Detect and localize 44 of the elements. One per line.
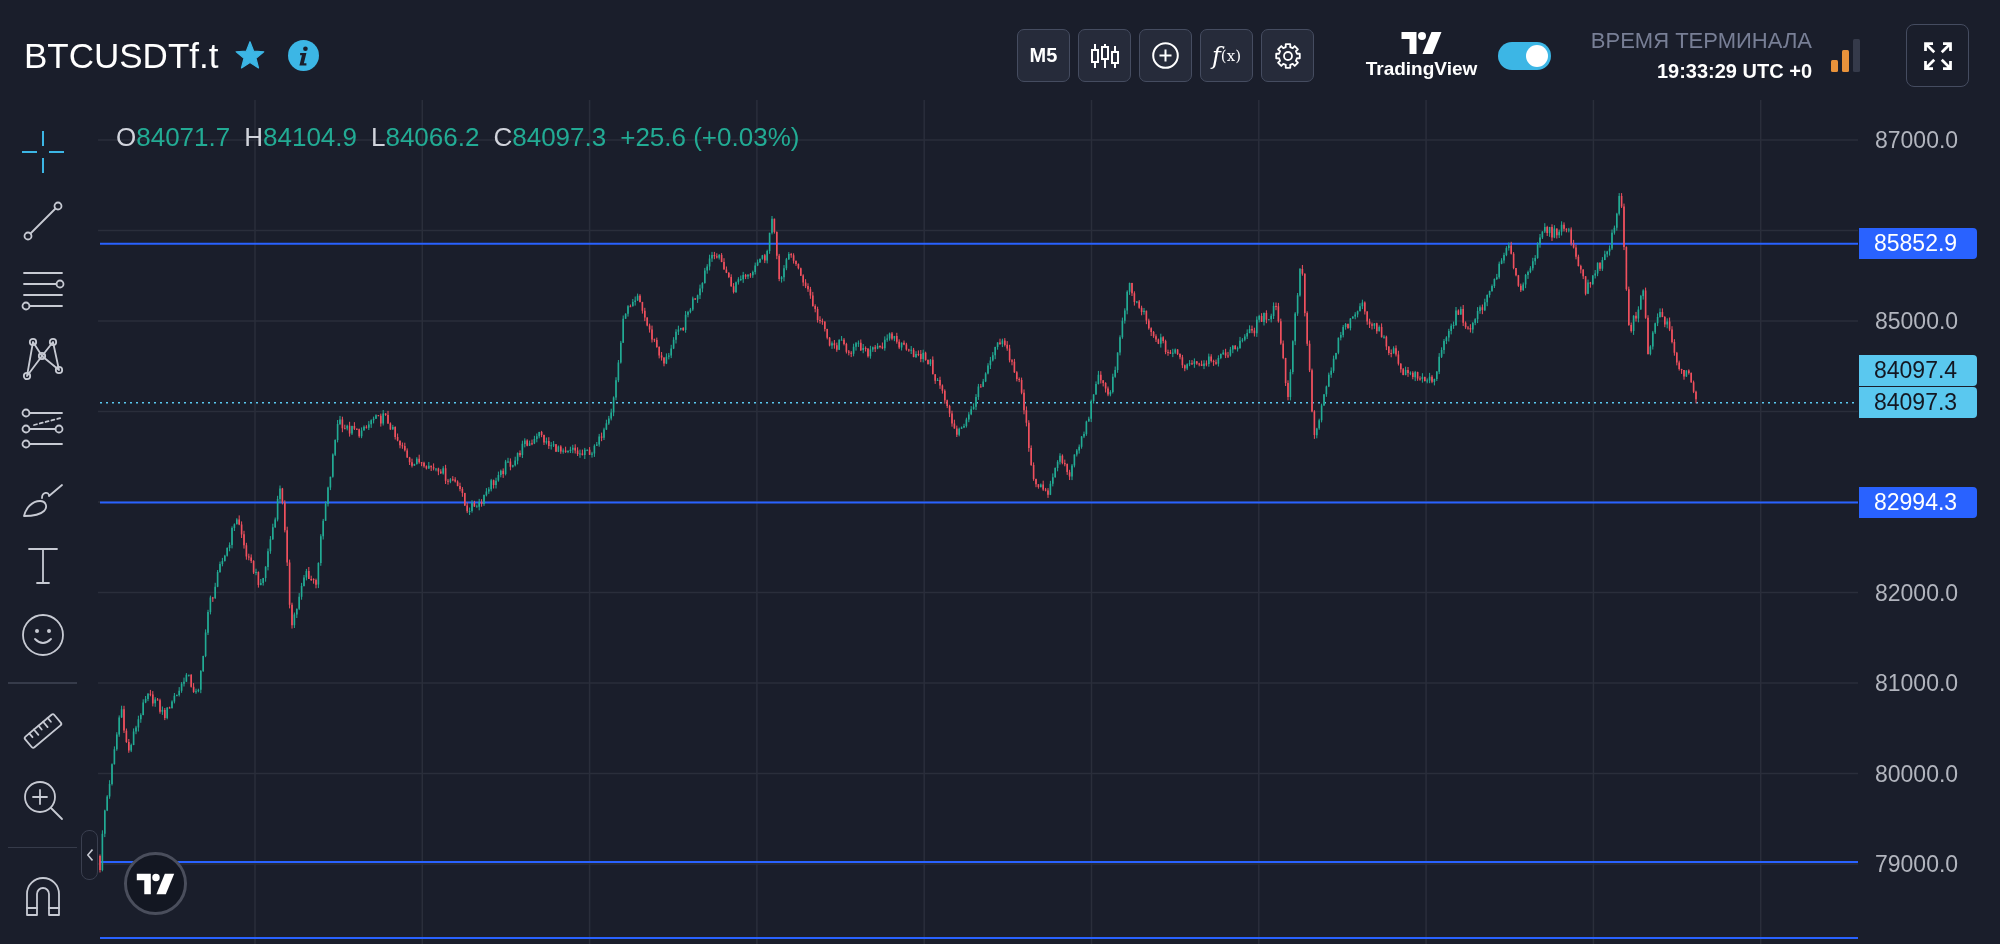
ohlc-value: C84097.3 (493, 122, 607, 152)
dashed-line-icon[interactable] (21, 406, 65, 450)
symbol-title: BTCUSDTf.t (24, 34, 219, 77)
info-icon[interactable] (288, 40, 320, 71)
horizontal-line[interactable] (99, 861, 1858, 863)
brand-name: TradingView (1365, 59, 1478, 79)
fullscreen-button[interactable] (1906, 24, 1969, 87)
logo-icon[interactable] (124, 852, 187, 915)
horizontal-line[interactable] (99, 242, 1858, 245)
logo-icon (1401, 32, 1442, 54)
price-axis-label: 85000.0 (1875, 307, 1959, 336)
current-price-label: 84097.3 (1859, 386, 1977, 418)
candlestick-icon (1089, 42, 1120, 69)
chart-type-button[interactable] (1078, 29, 1131, 82)
signal-icon (1831, 39, 1861, 72)
price-axis-label: 81000.0 (1875, 669, 1959, 698)
indicators-button[interactable]: f(x) (1200, 29, 1253, 82)
quote-price-label: 84097.4 (1859, 354, 1977, 386)
plus-circle-icon (1152, 42, 1179, 69)
star-icon[interactable] (235, 41, 266, 70)
price-axis-label: 82000.0 (1875, 578, 1959, 608)
smiley-icon[interactable] (21, 613, 65, 657)
settings-icon (1274, 42, 1301, 69)
toggle-switch[interactable] (1498, 41, 1551, 70)
price-axis-label: 80000.0 (1875, 759, 1959, 789)
price-label: 85852.9 (1859, 227, 1977, 259)
price-change: +25.6 (+0.03%) (620, 122, 800, 152)
collapse-button[interactable] (81, 830, 98, 880)
trend-line-icon[interactable] (21, 199, 65, 243)
chevron-left-icon (86, 849, 93, 861)
price-axis-label: 87000.0 (1875, 126, 1959, 155)
fullscreen-icon (1922, 40, 1953, 71)
pattern-icon[interactable] (21, 337, 65, 381)
price-axis-label: 79000.0 (1875, 850, 1959, 879)
settings-button[interactable] (1261, 29, 1314, 82)
timeframe-button[interactable]: M5 (1017, 29, 1070, 82)
ohlc-value: O84071.7 (116, 122, 231, 152)
terminal-time: 19:33:29 UTC +0 (1656, 58, 1812, 84)
terminal-time-label: ВРЕМЯ ТЕРМИНАЛА (1590, 26, 1812, 55)
add-button[interactable] (1139, 29, 1192, 82)
ohlc-value: H84104.9 (244, 122, 357, 152)
crosshair-icon[interactable] (21, 130, 65, 174)
ohlc-value: L84066.2 (371, 122, 480, 152)
price-label: 82994.3 (1859, 486, 1977, 518)
